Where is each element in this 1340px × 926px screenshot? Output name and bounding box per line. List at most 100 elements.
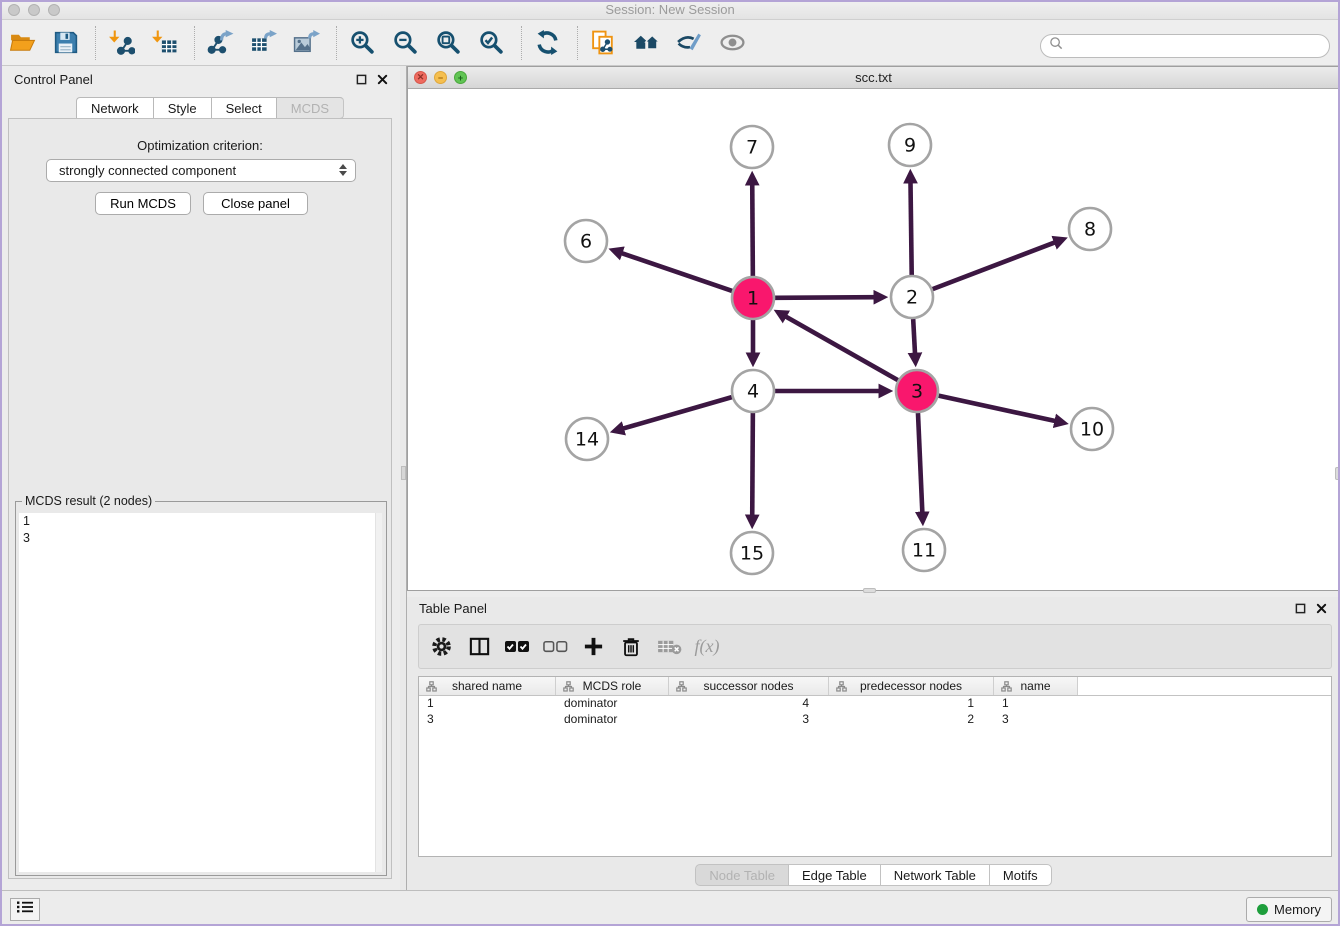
cell-successor-nodes[interactable]: 4 [669,696,829,712]
mcds-result-list[interactable]: 13 [19,513,382,872]
clone-network-icon[interactable] [590,29,617,56]
splitter-grip[interactable] [401,466,406,480]
tab-edge-table[interactable]: Edge Table [788,864,880,886]
cell-predecessor-nodes[interactable]: 1 [829,696,994,712]
edge-1-2[interactable] [775,297,875,298]
edge-2-3[interactable] [913,319,915,354]
zoom-out-icon[interactable] [392,29,419,56]
open-session-icon[interactable] [9,29,36,56]
table-settings-icon[interactable] [428,634,454,660]
zoom-selected-icon[interactable] [478,29,505,56]
node-label-9: 9 [904,135,916,157]
edge-3-10[interactable] [938,396,1055,421]
column-header-label: name [1020,679,1050,693]
optimization-criterion-select[interactable]: strongly connected component [46,159,356,182]
edge-2-8[interactable] [933,242,1056,289]
column-header-mcds-role[interactable]: MCDS role [556,677,669,695]
delete-column-icon[interactable] [618,634,644,660]
tab-style[interactable]: Style [153,97,211,119]
cell-successor-nodes[interactable]: 3 [669,712,829,728]
show-columns-icon[interactable] [466,634,492,660]
export-image-icon[interactable] [293,29,320,56]
tab-motifs[interactable]: Motifs [989,864,1052,886]
hide-details-icon[interactable] [676,29,703,56]
tab-mcds[interactable]: MCDS [276,97,344,119]
run-mcds-button[interactable]: Run MCDS [95,192,191,215]
column-header-label: predecessor nodes [860,679,962,693]
node-label-8: 8 [1084,219,1096,241]
cell-shared-name[interactable]: 3 [419,712,556,728]
network-canvas[interactable]: 7968124314101511 [408,89,1339,590]
table-row[interactable]: 1dominator411 [419,696,1331,712]
node-table[interactable]: shared name MCDS rolesuccessor nodes prede… [418,676,1332,857]
import-network-icon[interactable] [108,29,135,56]
column-header-name[interactable]: name [994,677,1078,695]
delete-table-icon[interactable] [656,634,682,660]
toolbar-separator [95,26,96,60]
task-history-button[interactable] [10,898,40,921]
toolbar-separator [336,26,337,60]
window-resize-grip-vertical[interactable] [1335,467,1340,480]
network-graph[interactable]: 7968124314101511 [408,89,1339,590]
sort-hierarchy-icon [426,681,437,695]
cell-shared-name[interactable]: 1 [419,696,556,712]
node-label-3: 3 [911,381,923,403]
optimization-criterion-label: Optimization criterion: [9,138,391,153]
cell-mcds-role[interactable]: dominator [556,712,669,728]
edge-4-15[interactable] [752,413,753,516]
column-header-label: shared name [452,679,522,693]
zoom-in-icon[interactable] [349,29,376,56]
result-scrollbar[interactable] [375,513,382,872]
column-header-shared-name[interactable]: shared name [419,677,556,695]
select-all-checkbox-icon[interactable] [504,634,530,660]
tab-node-table[interactable]: Node Table [695,864,788,886]
home-icon[interactable] [633,29,660,56]
refresh-icon[interactable] [534,29,561,56]
import-table-icon[interactable] [151,29,178,56]
show-details-icon[interactable] [719,29,746,56]
close-panel-icon[interactable] [376,73,388,85]
close-panel-button[interactable]: Close panel [203,192,308,215]
toolbar-separator [521,26,522,60]
export-network-icon[interactable] [207,29,234,56]
edge-3-1[interactable] [785,316,898,380]
deselect-all-checkbox-icon[interactable] [542,634,568,660]
edge-2-9[interactable] [910,182,911,275]
export-table-icon[interactable] [250,29,277,56]
search-icon [1049,36,1064,56]
node-label-10: 10 [1080,419,1104,441]
network-window-titlebar[interactable]: ✕ − + scc.txt [408,67,1339,89]
edge-4-14[interactable] [623,397,732,429]
add-column-icon[interactable] [580,634,606,660]
search-input[interactable] [1069,39,1321,53]
table-toolbar: f(x) [418,624,1332,669]
window-resize-grip-horizontal[interactable] [863,588,876,593]
table-header-row: shared name MCDS rolesuccessor nodes prede… [419,677,1331,696]
sort-hierarchy-icon [1001,681,1012,695]
panel-splitter[interactable] [400,66,407,898]
edge-1-6[interactable] [621,253,732,291]
tab-network-table[interactable]: Network Table [880,864,989,886]
cell-name[interactable]: 1 [994,696,1078,712]
zoom-fit-icon[interactable] [435,29,462,56]
tab-select[interactable]: Select [211,97,276,119]
save-session-icon[interactable] [52,29,79,56]
memory-button[interactable]: Memory [1246,897,1332,922]
cell-name[interactable]: 3 [994,712,1078,728]
tab-network[interactable]: Network [76,97,153,119]
edge-3-11[interactable] [918,413,922,513]
title-bar: Session: New Session [0,0,1340,20]
cell-predecessor-nodes[interactable]: 2 [829,712,994,728]
column-header-predecessor-nodes[interactable]: predecessor nodes [829,677,994,695]
search-box[interactable] [1040,34,1330,58]
column-header-successor-nodes[interactable]: successor nodes [669,677,829,695]
cell-mcds-role[interactable]: dominator [556,696,669,712]
control-panel-title: Control Panel [14,72,93,87]
function-builder-icon[interactable]: f(x) [694,634,720,660]
float-table-panel-icon[interactable] [1294,602,1306,614]
close-table-panel-icon[interactable] [1315,602,1327,614]
control-panel-tabs: NetworkStyleSelectMCDS [76,97,344,119]
table-row[interactable]: 3dominator323 [419,712,1331,728]
edge-1-7[interactable] [752,184,753,276]
float-panel-icon[interactable] [355,73,367,85]
